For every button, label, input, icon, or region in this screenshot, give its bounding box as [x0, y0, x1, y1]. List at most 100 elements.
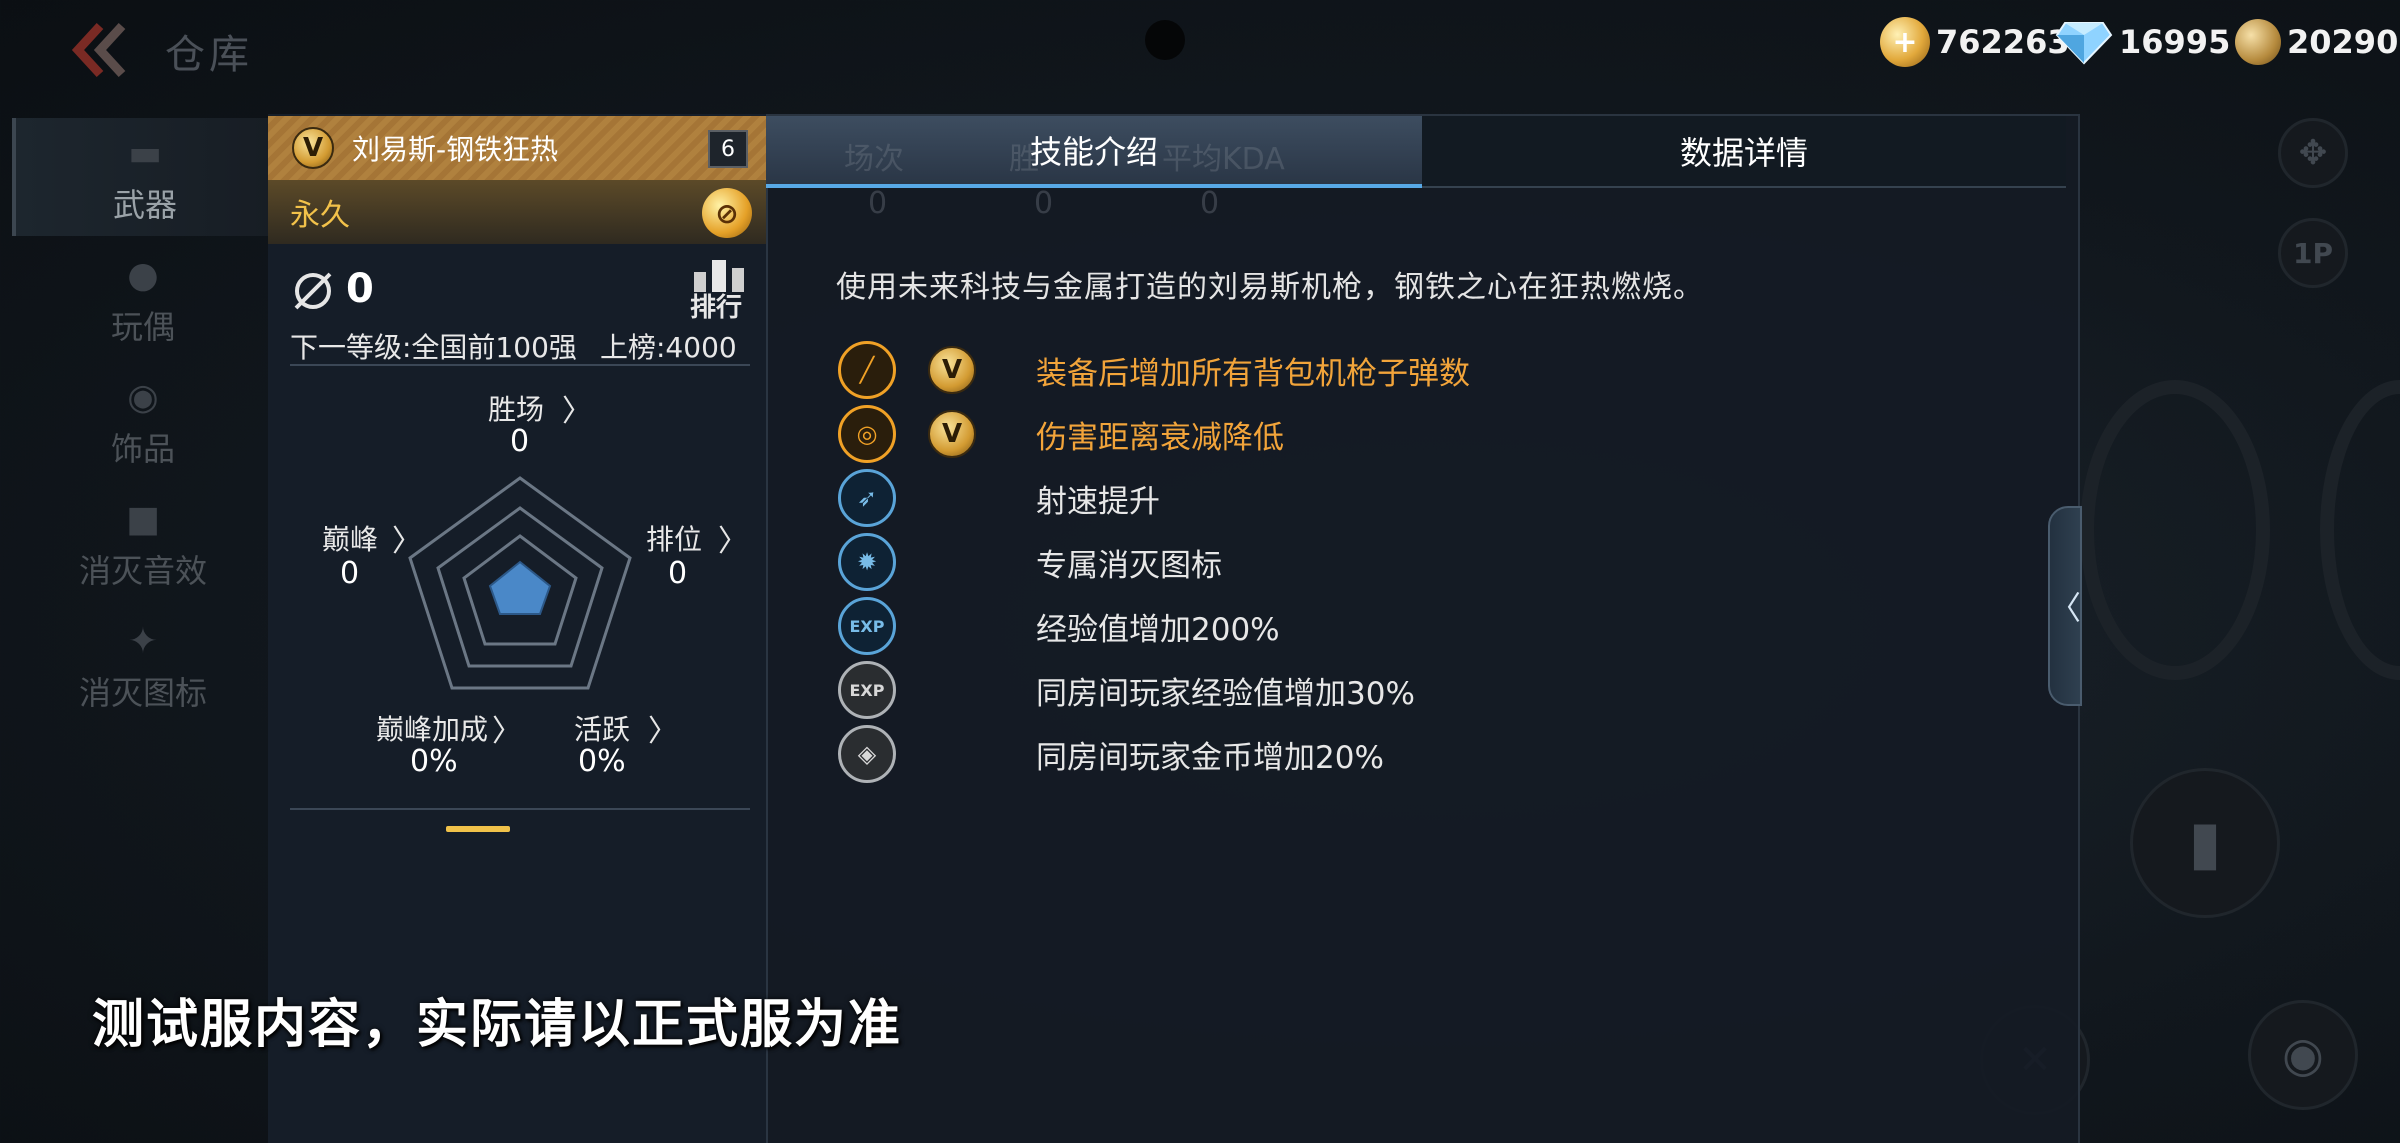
skill-text: 专属消灭图标: [1036, 547, 1222, 584]
skill-row: ◎ V 伤害距离衰减降低: [838, 404, 1838, 464]
vip-v-badge: V: [292, 127, 334, 169]
wins-label: 胜场: [488, 393, 545, 426]
emblem-icon: ✦: [127, 621, 159, 662]
peak-bonus-value: 0%: [410, 744, 458, 779]
gold-coin-icon: +: [1880, 17, 1930, 67]
nav-label: 消灭图标: [78, 674, 207, 712]
room-gold-icon: ◈: [838, 725, 896, 783]
weapon-name: 刘易斯-钢铁狂热: [352, 133, 559, 166]
sound-icon: ■: [125, 499, 160, 540]
leaderboard-label: 排行: [690, 293, 743, 323]
eye-button[interactable]: ◉: [2248, 1000, 2358, 1110]
leaderboard-icon: [694, 260, 744, 292]
skill-text: 伤害距离衰减降低: [1036, 419, 1284, 456]
rank-requirement: 上榜:4000: [600, 331, 737, 364]
nav-item-accessories[interactable]: ◉ 饰品: [12, 362, 274, 480]
ranked-stat[interactable]: 排位 〉: [646, 516, 748, 560]
chevron-right-icon: 〉: [648, 714, 679, 749]
medal-amount: 20290: [2287, 23, 2399, 61]
divider: [290, 364, 750, 366]
peak-bonus-label: 巅峰加成: [376, 713, 489, 746]
nav-item-kill-icons[interactable]: ✦ 消灭图标: [12, 606, 274, 724]
skill-row: EXP 同房间玩家经验值增加30%: [838, 660, 1838, 720]
kill-count: 0: [346, 266, 374, 312]
diamond-currency[interactable]: 16995: [2055, 16, 2230, 68]
tab-skill-intro[interactable]: 场次 胜 平均KDA 技能介绍: [766, 116, 1422, 188]
kill-count-icon: [294, 272, 332, 310]
chevron-right-icon: 〉: [492, 714, 523, 749]
gold-currency[interactable]: + 762263: [1880, 16, 2070, 68]
diamond-amount: 16995: [2119, 23, 2231, 61]
nav-item-kill-sounds[interactable]: ■ 消灭音效: [12, 484, 274, 602]
chevron-right-icon: 〉: [562, 394, 593, 429]
ammo-button[interactable]: ▮: [2130, 768, 2280, 918]
diamond-icon: [2055, 22, 2113, 65]
ghost-value: 0: [868, 186, 888, 221]
dpad-settings-button[interactable]: ✥: [2278, 118, 2348, 188]
ghost-value: 0: [1034, 186, 1054, 221]
ghost-value: 0: [1200, 186, 1220, 221]
skill-row: ➶ 射速提升: [838, 468, 1838, 528]
weapon-level-badge: 6: [708, 130, 748, 168]
camera-notch: [1145, 20, 1185, 60]
nav-label: 武器: [112, 186, 177, 224]
active-label: 活跃: [574, 713, 631, 746]
nav-item-weapons[interactable]: ▬ 武器: [12, 118, 274, 236]
skill-row: ◈ 同房间玩家金币增加20%: [838, 724, 1838, 784]
peak-value: 0: [340, 556, 360, 591]
doll-icon: ●: [127, 255, 159, 296]
skill-row: EXP 经验值增加200%: [838, 596, 1838, 656]
detail-tabs: 场次 胜 平均KDA 技能介绍 数据详情: [766, 116, 2066, 188]
medal-currency[interactable]: 20290: [2235, 16, 2398, 68]
skill-row: ✹ 专属消灭图标: [838, 532, 1838, 592]
skill-text: 同房间玩家金币增加20%: [1036, 739, 1384, 776]
chevron-right-icon: 〉: [718, 524, 749, 559]
nav-item-dolls[interactable]: ● 玩偶: [12, 240, 274, 358]
leaderboard-button[interactable]: 排行: [690, 258, 750, 323]
background-target-ring: [2080, 380, 2270, 680]
ghost-header: 平均KDA: [1162, 142, 1285, 177]
background-target-ring: [2320, 380, 2400, 680]
category-sidebar: ▬ 武器 ● 玩偶 ◉ 饰品 ■ 消灭音效 ✦ 消灭图标: [12, 118, 274, 738]
wins-stat[interactable]: 胜场 〉: [488, 386, 592, 430]
skill-text: 经验值增加200%: [1036, 611, 1280, 648]
gold-amount: 762263: [1936, 23, 2070, 61]
next-level-text: 下一等级:全国前100强: [290, 331, 577, 364]
divider: [290, 808, 750, 810]
active-value: 0%: [578, 744, 626, 779]
range-icon: ◎: [838, 405, 896, 463]
skill-row: ╱ V 装备后增加所有背包机枪子弹数: [838, 340, 1838, 400]
tab-data-details[interactable]: 数据详情: [1422, 116, 2066, 188]
peak-stat[interactable]: 巅峰 〉: [322, 516, 422, 560]
weapon-duration-bar: 永久 ⊘: [268, 180, 766, 244]
ranked-label: 排位: [646, 523, 703, 556]
accessory-icon: ◉: [127, 377, 159, 418]
rifle-icon: ▬: [127, 133, 162, 174]
weapon-card-header: V 刘易斯-钢铁狂热 6: [268, 116, 766, 180]
skill-description: 使用未来科技与金属打造的刘易斯机枪，钢铁之心在狂热燃烧。: [836, 270, 1704, 305]
page-title: 仓库: [165, 32, 253, 78]
gold-medal-icon[interactable]: ⊘: [702, 188, 752, 238]
wins-value: 0: [510, 424, 530, 459]
ammo-icon: ╱: [838, 341, 896, 399]
room-exp-icon: EXP: [838, 661, 896, 719]
ranked-value: 0: [668, 556, 688, 591]
collapse-panel-button[interactable]: 〈: [2048, 506, 2082, 706]
test-server-notice: 测试服内容，实际请以正式服为准: [92, 995, 903, 1055]
nav-label: 饰品: [110, 430, 175, 468]
stats-radar-chart: [408, 476, 632, 690]
skill-text: 同房间玩家经验值增加30%: [1036, 675, 1415, 712]
view-1p-button[interactable]: 1P: [2278, 218, 2348, 288]
medal-icon: [2235, 19, 2281, 65]
peak-label: 巅峰: [322, 523, 379, 556]
skill-text: 射速提升: [1036, 483, 1160, 520]
weapon-duration: 永久: [290, 198, 350, 233]
chevron-right-icon: 〉: [392, 524, 423, 559]
back-arrow-icon[interactable]: [70, 22, 134, 78]
firerate-icon: ➶: [838, 469, 896, 527]
skill-text: 装备后增加所有背包机枪子弹数: [1036, 355, 1470, 392]
tab-skill-label: 技能介绍: [1029, 133, 1158, 171]
ghost-header: 场次: [844, 142, 904, 177]
tab-data-label: 数据详情: [1679, 134, 1808, 172]
nav-label: 消灭音效: [78, 552, 207, 590]
